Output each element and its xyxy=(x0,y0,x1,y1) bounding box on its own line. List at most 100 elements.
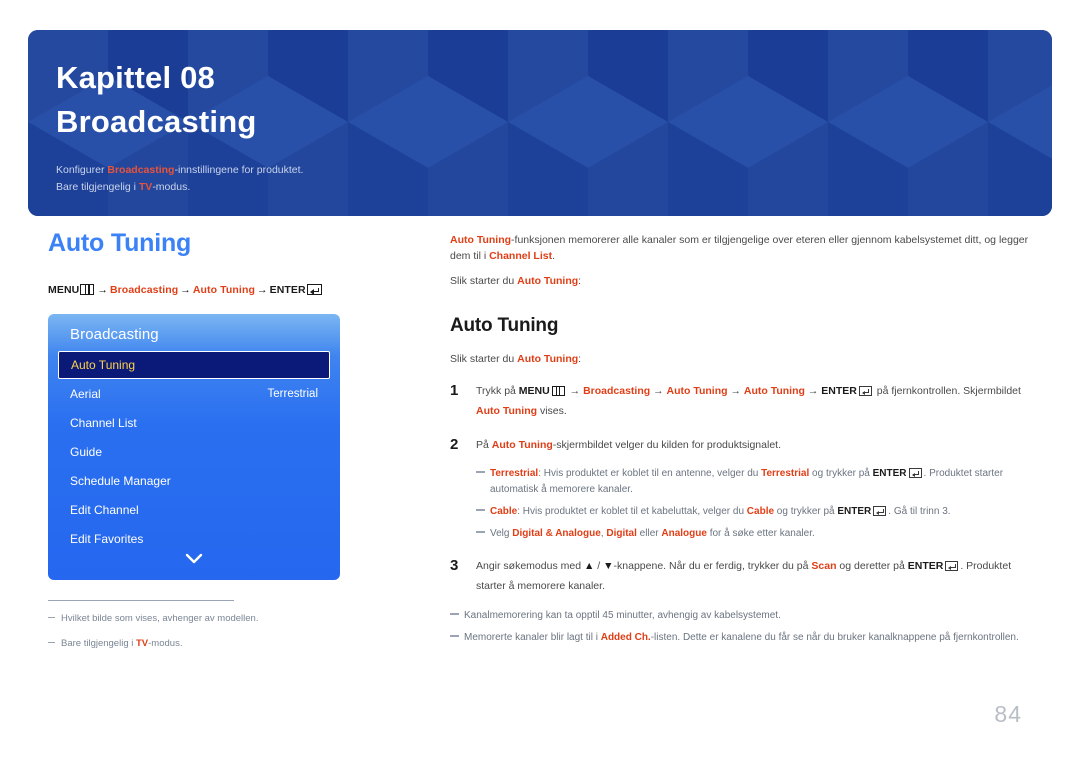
hero-subtitle: Konfigurer Broadcasting-innstillingene f… xyxy=(56,162,1052,196)
step1-a1: → xyxy=(569,385,581,397)
dash-marker-icon xyxy=(476,509,485,511)
breadcrumb-item-auto-tuning: Auto Tuning xyxy=(192,284,255,296)
lead-pre: Slik starter du xyxy=(450,353,518,365)
osd-item-guide[interactable]: Guide xyxy=(48,437,340,466)
step2-r1: Auto Tuning xyxy=(491,439,553,451)
breadcrumb-arrow-1: → xyxy=(97,284,108,296)
right-footnote-2: Memorerte kanaler blir lagt til i Added … xyxy=(450,630,1040,646)
substep1-t2: og trykker på xyxy=(809,468,873,479)
osd-item-aerial[interactable]: Aerial Terrestrial xyxy=(48,379,340,408)
substep-terrestrial: Terrestrial: Hvis produktet er koblet ti… xyxy=(476,466,1040,498)
intro2-highlight: Auto Tuning xyxy=(517,275,579,287)
hero-sub1-pre: Konfigurer xyxy=(56,164,108,176)
substep3-hl2: Digital xyxy=(606,528,637,539)
osd-item-label: Guide xyxy=(70,444,103,459)
tv-osd-menu-panel[interactable]: Broadcasting Auto Tuning Aerial Terrestr… xyxy=(48,314,340,580)
substep1-t1: : Hvis produktet er koblet til en antenn… xyxy=(538,468,762,479)
intro-paragraph: Auto Tuning-funksjonen memorerer alle ka… xyxy=(450,232,1040,264)
step-2-body: På Auto Tuning-skjermbildet velger du ki… xyxy=(476,435,1040,455)
dash-marker-icon xyxy=(476,531,485,533)
step1-t3: vises. xyxy=(537,405,567,417)
substep1-hl1: Terrestrial xyxy=(490,468,539,479)
dash-marker-icon xyxy=(450,635,459,637)
osd-menu-title: Broadcasting xyxy=(70,326,159,343)
step1-t1: Trykk på xyxy=(476,385,519,397)
substep2-t1: : Hvis produktet er koblet til et kabelu… xyxy=(517,506,747,517)
step-3: 3 Angir søkemodus med ▲ / ▼-knappene. Nå… xyxy=(450,556,1040,596)
hero-sub1-post: -innstillingene for produktet. xyxy=(174,164,304,176)
dash-marker-icon xyxy=(450,613,459,615)
menu-path-breadcrumb: MENU → Broadcasting → Auto Tuning → ENTER xyxy=(48,284,408,296)
lead-paragraph: Slik starter du Auto Tuning: xyxy=(450,351,1040,367)
right-footnote-2-post: -listen. Dette er kanalene du får se når… xyxy=(650,632,1019,643)
enter-return-icon xyxy=(873,506,887,516)
chapter-number: Kapittel 08 xyxy=(56,60,215,95)
hero-sub1-highlight: Broadcasting xyxy=(107,164,175,176)
step1-enter-label: ENTER xyxy=(821,385,857,397)
substep3-t0: Velg xyxy=(490,528,513,539)
osd-item-edit-channel[interactable]: Edit Channel xyxy=(48,495,340,524)
intro2-post: : xyxy=(578,275,582,287)
osd-item-label: Channel List xyxy=(70,415,137,430)
substep-digital-analogue: Velg Digital & Analogue, Digital eller A… xyxy=(476,526,1040,542)
step-1-number: 1 xyxy=(450,382,459,399)
intro-paragraph-2: Slik starter du Auto Tuning: xyxy=(450,273,1040,289)
lead-post: : xyxy=(578,353,582,365)
lead-highlight: Auto Tuning xyxy=(517,353,579,365)
right-footnote-2-pre: Memorerte kanaler blir lagt til i xyxy=(464,632,601,643)
substep3-hl1: Digital & Analogue xyxy=(512,528,601,539)
substep1-hl2: Terrestrial xyxy=(761,468,810,479)
step3-sep: / xyxy=(594,560,604,572)
osd-item-schedule-manager[interactable]: Schedule Manager xyxy=(48,466,340,495)
chapter-hero-banner: Kapittel 08 Broadcasting Konfigurer Broa… xyxy=(28,30,1052,216)
osd-item-label: Aerial xyxy=(70,386,101,401)
step-1: 1 Trykk på MENU → Broadcasting → Auto Tu… xyxy=(450,381,1040,421)
step1-r4: Auto Tuning xyxy=(476,405,538,417)
step1-r3: Auto Tuning xyxy=(743,385,805,397)
osd-item-auto-tuning[interactable]: Auto Tuning xyxy=(58,351,330,379)
step1-a3: → xyxy=(730,385,741,397)
enter-return-icon xyxy=(908,468,922,478)
substep2-t3: . Gå til trinn 3. xyxy=(888,506,951,517)
intro-highlight-1: Auto Tuning xyxy=(450,234,512,246)
osd-scroll-down-button[interactable] xyxy=(48,552,340,570)
intro-text-2: . xyxy=(552,250,556,262)
substep3-hl3: Analogue xyxy=(661,528,707,539)
step1-r2: Auto Tuning xyxy=(666,385,728,397)
osd-item-label: Auto Tuning xyxy=(71,358,136,372)
intro-highlight-2: Channel List xyxy=(489,250,553,262)
footnote-divider xyxy=(48,600,234,601)
dash-marker-icon xyxy=(48,617,55,619)
osd-item-label: Edit Favorites xyxy=(70,531,144,546)
right-footnote-2-highlight: Added Ch. xyxy=(600,632,651,643)
right-footnote-1: Kanalmemorering kan ta opptil 45 minutte… xyxy=(450,608,1040,624)
osd-item-edit-favorites[interactable]: Edit Favorites xyxy=(48,524,340,553)
breadcrumb-enter-label: ENTER xyxy=(269,284,306,296)
right-footnote-1-text: Kanalmemorering kan ta opptil 45 minutte… xyxy=(464,610,781,621)
step-2: 2 På Auto Tuning-skjermbildet velger du … xyxy=(450,435,1040,455)
step1-menu-label: MENU xyxy=(518,385,550,397)
step-3-number: 3 xyxy=(450,557,459,574)
substep1-enter-label: ENTER xyxy=(872,468,907,479)
dash-marker-icon xyxy=(476,471,485,473)
osd-item-channel-list[interactable]: Channel List xyxy=(48,408,340,437)
substep2-enter-label: ENTER xyxy=(837,506,872,517)
section-heading-left: Auto Tuning xyxy=(48,229,192,257)
osd-item-label: Schedule Manager xyxy=(70,473,171,488)
intro2-pre: Slik starter du xyxy=(450,275,518,287)
hero-subtitle-line-1: Konfigurer Broadcasting-innstillingene f… xyxy=(56,162,1052,179)
chevron-down-icon xyxy=(185,553,203,564)
arrow-down-icon: ▼ xyxy=(603,560,614,572)
breadcrumb-arrow-2: → xyxy=(180,284,191,296)
osd-menu-list: Auto Tuning Aerial Terrestrial Channel L… xyxy=(48,351,340,553)
osd-item-value: Terrestrial xyxy=(267,387,318,400)
breadcrumb-arrow-3: → xyxy=(256,284,268,296)
step3-t2: -knappene. Når du er ferdig, trykker du … xyxy=(613,560,812,572)
left-footnote-2-pre: Bare tilgjengelig i xyxy=(61,638,136,649)
enter-return-icon xyxy=(945,561,959,571)
step3-t3: og deretter på xyxy=(836,560,908,572)
substep2-t2: og trykker på xyxy=(774,506,838,517)
section-heading-right: Auto Tuning xyxy=(450,315,559,336)
step1-a2: → xyxy=(653,385,664,397)
step3-r1: Scan xyxy=(811,560,837,572)
